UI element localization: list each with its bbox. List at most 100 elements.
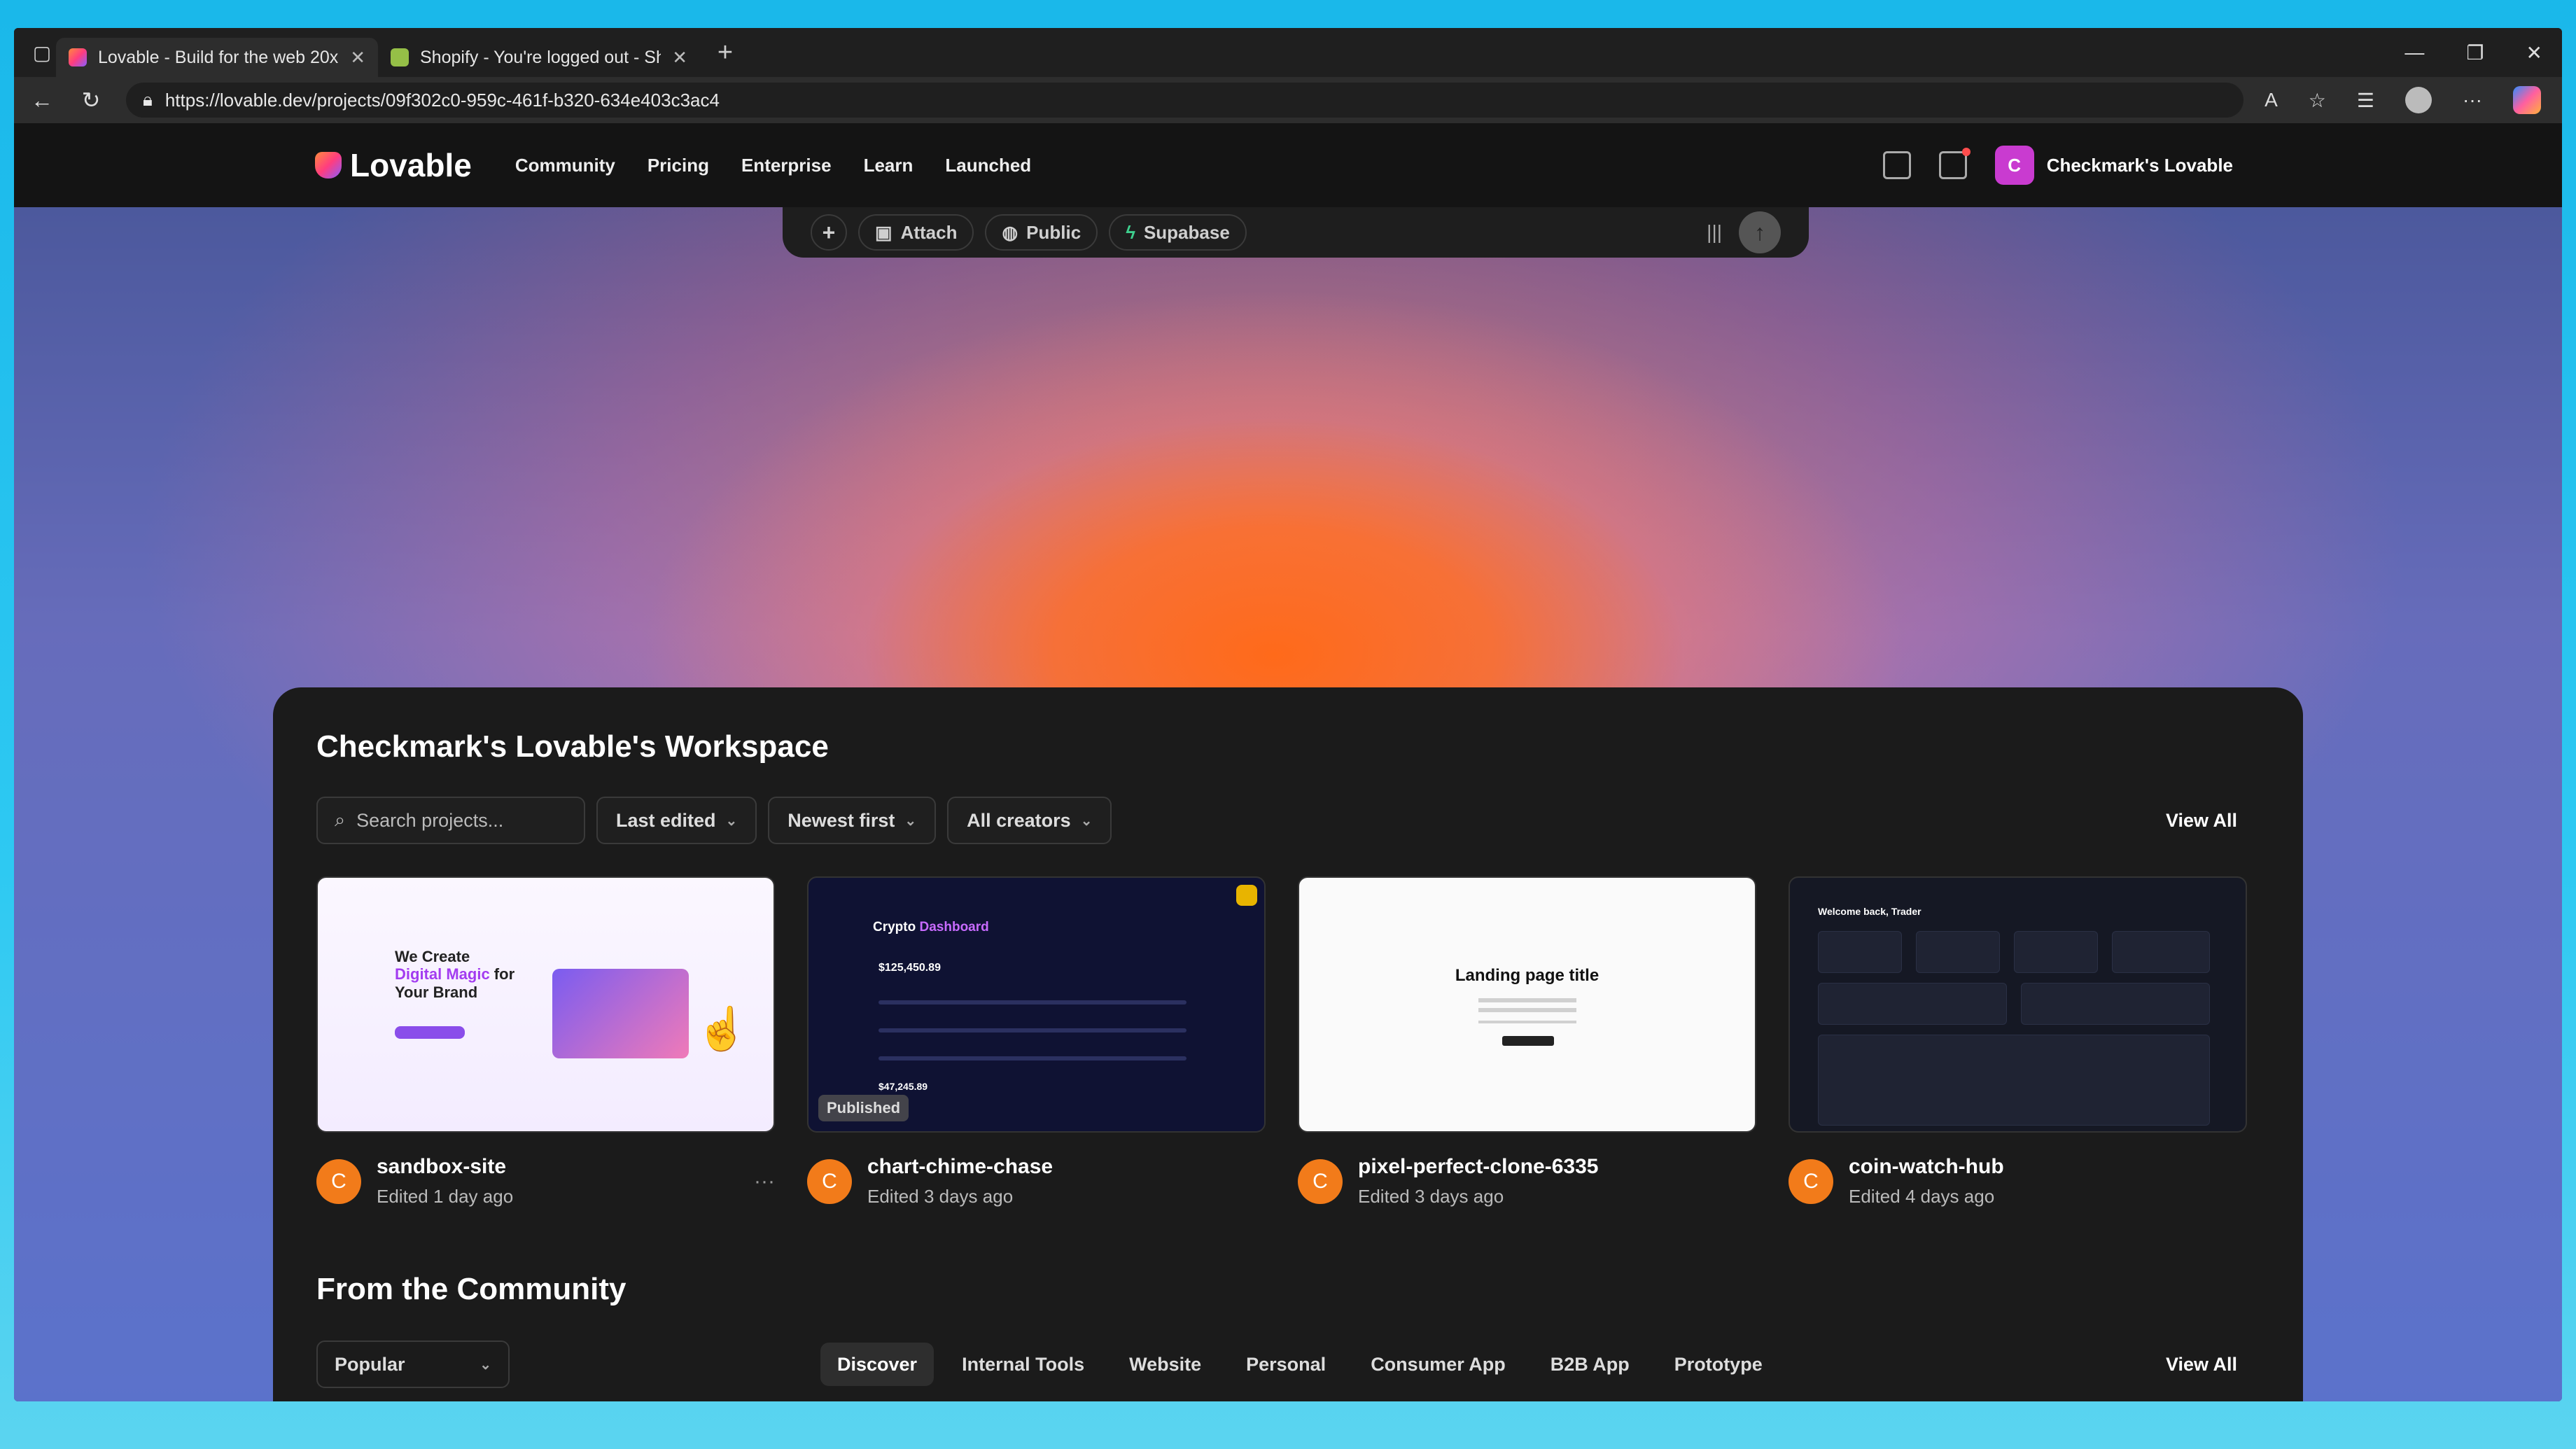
send-button[interactable]: ↑: [1739, 211, 1781, 253]
thumb-value: $125,450.89: [878, 962, 941, 974]
inbox-icon[interactable]: [1938, 148, 1970, 179]
close-window-icon[interactable]: ✕: [2526, 41, 2542, 64]
tab-website[interactable]: Website: [1112, 1343, 1218, 1386]
thumb-row: [878, 1000, 1186, 1004]
image-icon: ▣: [875, 221, 892, 243]
voice-icon[interactable]: |||: [1707, 221, 1722, 244]
view-all-community-link[interactable]: View All: [2166, 1354, 2260, 1376]
nav-launched[interactable]: Launched: [945, 155, 1031, 176]
tab-discover[interactable]: Discover: [820, 1343, 934, 1386]
thumb-button: [395, 1026, 465, 1039]
public-button[interactable]: ◍ Public: [985, 214, 1098, 251]
page: Lovable Community Pricing Enterprise Lea…: [14, 123, 2562, 1401]
brand-name: Lovable: [350, 147, 472, 183]
minimize-icon[interactable]: —: [2404, 41, 2424, 64]
project-edited: Edited 3 days ago: [867, 1186, 1014, 1207]
thumb-line: [1478, 1021, 1576, 1023]
workspace-title: Checkmark's Lovable's Workspace: [316, 729, 829, 764]
project-thumbnail[interactable]: Welcome back, Trader: [1788, 876, 2247, 1133]
project-card[interactable]: Crypto Dashboard $125,450.89 $47,245.89 …: [807, 876, 1266, 1208]
project-name[interactable]: sandbox-site: [377, 1155, 513, 1179]
project-name[interactable]: pixel-perfect-clone-6335: [1358, 1155, 1598, 1179]
thumb-headline: We Create Digital Magic for Your Brand: [395, 948, 514, 1001]
gift-icon[interactable]: [1882, 151, 1911, 179]
thumb-row: [878, 1056, 1186, 1060]
reload-icon[interactable]: ↻: [77, 87, 105, 113]
avatar: C: [1788, 1158, 1833, 1204]
tab-shopify[interactable]: Shopify - You're logged out - Sho ✕: [378, 38, 700, 77]
published-badge: Published: [818, 1095, 909, 1121]
favorites-icon[interactable]: ☰: [2357, 89, 2374, 112]
nav-enterprise[interactable]: Enterprise: [741, 155, 832, 176]
project-thumbnail[interactable]: Landing page title: [1298, 876, 1756, 1133]
project-meta: C chart-chime-chase Edited 3 days ago: [807, 1155, 1266, 1208]
tab-prototype[interactable]: Prototype: [1658, 1343, 1779, 1386]
sidebar-toggle-icon[interactable]: ▢: [28, 38, 56, 66]
read-aloud-icon[interactable]: A: [2264, 89, 2278, 111]
workspace-switcher[interactable]: C Checkmark's Lovable: [1994, 146, 2233, 185]
community-sort-label: Popular: [335, 1353, 405, 1375]
tab-lovable[interactable]: Lovable - Build for the web 20x fa ✕: [56, 38, 378, 77]
workspace-panel: Checkmark's Lovable's Workspace ⌕ Search…: [273, 687, 2303, 1401]
globe-icon: ◍: [1002, 221, 1018, 243]
more-icon[interactable]: ···: [2463, 89, 2482, 111]
thumb-box: [2021, 983, 2210, 1025]
project-thumbnail[interactable]: Crypto Dashboard $125,450.89 $47,245.89 …: [807, 876, 1266, 1133]
project-filters: ⌕ Search projects... Last edited ⌄ Newes…: [316, 797, 2260, 844]
tab-consumer-app[interactable]: Consumer App: [1354, 1343, 1522, 1386]
project-card[interactable]: Welcome back, Trader C coin-watch-hub Ed…: [1788, 876, 2247, 1208]
nav-pricing[interactable]: Pricing: [648, 155, 709, 176]
supabase-label: Supabase: [1143, 221, 1230, 243]
tab-personal[interactable]: Personal: [1229, 1343, 1343, 1386]
view-all-projects-link[interactable]: View All: [2166, 810, 2260, 832]
sort-field-label: Last edited: [616, 809, 716, 831]
close-tab-icon[interactable]: ✕: [672, 47, 687, 69]
sort-order-dropdown[interactable]: Newest first ⌄: [768, 797, 937, 844]
sort-field-dropdown[interactable]: Last edited ⌄: [596, 797, 757, 844]
category-tabs: Discover Internal Tools Website Personal…: [820, 1343, 1779, 1386]
search-input[interactable]: ⌕ Search projects...: [316, 797, 585, 844]
project-card[interactable]: Landing page title C pixel-perfect-clone…: [1298, 876, 1756, 1208]
address-bar-actions: A ☆ ☰ ···: [2264, 86, 2548, 114]
thumb-box: [2014, 931, 2098, 973]
url-field[interactable]: 🔒︎ https://lovable.dev/projects/09f302c0…: [126, 83, 2244, 118]
lovable-logo[interactable]: Lovable: [315, 146, 472, 184]
tab-b2b-app[interactable]: B2B App: [1534, 1343, 1646, 1386]
project-edited: Edited 4 days ago: [1849, 1186, 1995, 1207]
project-meta: C pixel-perfect-clone-6335 Edited 3 days…: [1298, 1155, 1756, 1208]
restore-icon[interactable]: ❐: [2466, 41, 2484, 64]
nav-learn[interactable]: Learn: [864, 155, 913, 176]
project-thumbnail[interactable]: We Create Digital Magic for Your Brand ☝: [316, 876, 775, 1133]
nav-community[interactable]: Community: [515, 155, 615, 176]
more-options-icon[interactable]: ···: [754, 1170, 775, 1194]
project-name[interactable]: coin-watch-hub: [1849, 1155, 2004, 1179]
profile-icon[interactable]: [2405, 87, 2432, 113]
avatar: C: [807, 1158, 852, 1204]
back-icon[interactable]: ←: [28, 88, 56, 113]
add-button[interactable]: +: [811, 214, 847, 251]
copilot-icon[interactable]: [2513, 86, 2541, 114]
top-navigation: Lovable Community Pricing Enterprise Lea…: [14, 123, 2562, 207]
thumb-line: [1478, 1008, 1576, 1012]
thumb-line-accent: Digital Magic: [395, 965, 490, 983]
tab-title: Lovable - Build for the web 20x fa: [98, 47, 340, 67]
url-text: https://lovable.dev/projects/09f302c0-95…: [164, 89, 720, 111]
project-name[interactable]: chart-chime-chase: [867, 1155, 1053, 1179]
avatar: C: [1298, 1158, 1343, 1204]
new-tab-icon[interactable]: +: [708, 36, 742, 69]
project-meta: C coin-watch-hub Edited 4 days ago: [1788, 1155, 2247, 1208]
thumb-button: [1502, 1036, 1554, 1046]
star-icon[interactable]: ☆: [2309, 89, 2326, 112]
close-tab-icon[interactable]: ✕: [350, 47, 365, 69]
creators-dropdown[interactable]: All creators ⌄: [947, 797, 1112, 844]
chevron-down-icon: ⌄: [1080, 813, 1093, 829]
attach-label: Attach: [900, 221, 958, 243]
attach-button[interactable]: ▣ Attach: [858, 214, 974, 251]
tab-internal-tools[interactable]: Internal Tools: [945, 1343, 1101, 1386]
thumb-line: Your Brand: [395, 983, 478, 1001]
nav-links: Community Pricing Enterprise Learn Launc…: [515, 155, 1031, 176]
project-card[interactable]: We Create Digital Magic for Your Brand ☝…: [316, 876, 775, 1208]
supabase-button[interactable]: ϟ Supabase: [1109, 214, 1247, 251]
window-controls: — ❐ ✕: [2404, 41, 2562, 64]
community-sort-dropdown[interactable]: Popular ⌄: [316, 1340, 510, 1388]
